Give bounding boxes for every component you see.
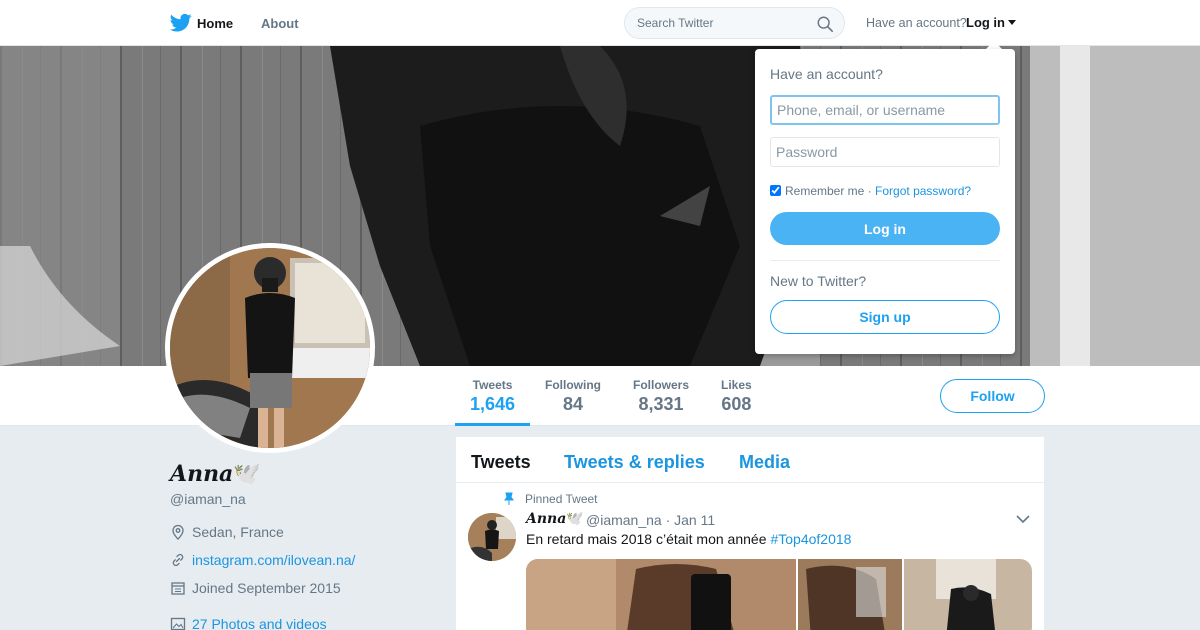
pin-icon xyxy=(504,492,514,505)
password-field[interactable] xyxy=(770,137,1000,167)
tweet-handle-date[interactable]: @iaman_na · Jan 11 xyxy=(586,512,715,528)
stat-label: Tweets xyxy=(472,378,513,392)
nav-home-link[interactable]: Home xyxy=(197,16,233,31)
tweet-body: En retard mais 2018 c’était mon année xyxy=(526,531,767,547)
profile-photos: 27 Photos and videos xyxy=(170,616,327,630)
tweet-text: En retard mais 2018 c’était mon année #To… xyxy=(526,531,851,547)
login-dropdown-toggle[interactable]: Log in xyxy=(966,15,1016,30)
search-box[interactable] xyxy=(624,7,845,39)
profile-avatar[interactable] xyxy=(165,243,375,453)
stat-value: 608 xyxy=(721,394,752,414)
separator-dot: · xyxy=(867,184,872,198)
have-account-text: Have an account? xyxy=(866,16,967,30)
profile-name[interactable]: Anna🕊️ xyxy=(170,461,261,487)
nav-about-link[interactable]: About xyxy=(261,16,299,31)
login-button[interactable]: Log in xyxy=(770,212,1000,245)
dropdown-arrow xyxy=(986,41,1002,49)
chevron-down-icon[interactable] xyxy=(1016,514,1030,524)
dropdown-title: Have an account? xyxy=(770,66,883,82)
calendar-icon xyxy=(171,582,185,595)
stat-value: 8,331 xyxy=(638,394,684,414)
timeline-tabs: Tweets Tweets & replies Media xyxy=(456,437,1044,483)
username-field[interactable] xyxy=(770,95,1000,125)
photos-videos-link[interactable]: 27 Photos and videos xyxy=(192,616,327,630)
tweet-hashtag[interactable]: #Top4of2018 xyxy=(770,531,851,547)
tab-tweets-replies[interactable]: Tweets & replies xyxy=(564,452,705,473)
pinned-tweet-label: Pinned Tweet xyxy=(525,492,598,506)
profile-joined: Joined September 2015 xyxy=(170,580,341,596)
timeline: Tweets Tweets & replies Media Pinned Twe… xyxy=(456,437,1044,630)
location-text: Sedan, France xyxy=(192,524,284,540)
login-link-label: Log in xyxy=(966,15,1005,30)
stat-value: 84 xyxy=(562,394,584,414)
divider xyxy=(770,260,1000,261)
link-icon xyxy=(172,553,184,567)
twitter-bird-icon[interactable] xyxy=(170,13,192,33)
profile-name-text: Anna xyxy=(170,461,234,487)
active-stat-underline xyxy=(455,423,530,426)
website-link[interactable]: instagram.com/ilovean.na/ xyxy=(192,552,355,568)
dove-emoji: 🕊️ xyxy=(566,511,584,527)
joined-text: Joined September 2015 xyxy=(192,580,341,596)
stat-followers[interactable]: Followers 8,331 xyxy=(633,378,689,415)
tab-media[interactable]: Media xyxy=(739,452,790,473)
tweet-author-name[interactable]: Anna🕊️ xyxy=(526,511,584,527)
stat-likes[interactable]: Likes 608 xyxy=(721,378,752,415)
remember-row: Remember me · Forgot password? xyxy=(770,184,971,198)
dove-emoji: 🕊️ xyxy=(233,461,261,487)
search-input[interactable] xyxy=(637,16,807,30)
image-icon xyxy=(170,617,186,630)
profile-website: instagram.com/ilovean.na/ xyxy=(170,552,355,568)
profile-handle[interactable]: @iaman_na xyxy=(170,491,246,507)
signup-button[interactable]: Sign up xyxy=(770,300,1000,334)
forgot-password-link[interactable]: Forgot password? xyxy=(875,184,971,198)
stat-label: Likes xyxy=(721,378,752,392)
stat-following[interactable]: Following 84 xyxy=(545,378,601,415)
new-to-twitter-text: New to Twitter? xyxy=(770,273,867,289)
tweet-media-grid[interactable] xyxy=(526,559,1032,630)
tweet-avatar[interactable] xyxy=(468,513,516,561)
search-icon[interactable] xyxy=(816,15,834,33)
remember-me-label[interactable]: Remember me xyxy=(785,184,864,198)
stat-label: Followers xyxy=(633,378,690,392)
stat-label: Following xyxy=(545,378,601,392)
top-navigation: Home About Have an account? Log in xyxy=(0,0,1200,46)
caret-down-icon xyxy=(1008,20,1016,25)
stat-tweets[interactable]: Tweets 1,646 xyxy=(470,378,515,415)
login-dropdown: Have an account? Remember me · Forgot pa… xyxy=(755,49,1015,354)
remember-me-checkbox[interactable] xyxy=(770,185,781,196)
tweet-author-name-text: Anna xyxy=(526,511,567,527)
follow-button[interactable]: Follow xyxy=(940,379,1045,413)
location-pin-icon xyxy=(172,524,184,540)
tab-tweets[interactable]: Tweets xyxy=(471,452,531,473)
profile-location: Sedan, France xyxy=(170,524,284,540)
stat-value: 1,646 xyxy=(470,394,516,414)
